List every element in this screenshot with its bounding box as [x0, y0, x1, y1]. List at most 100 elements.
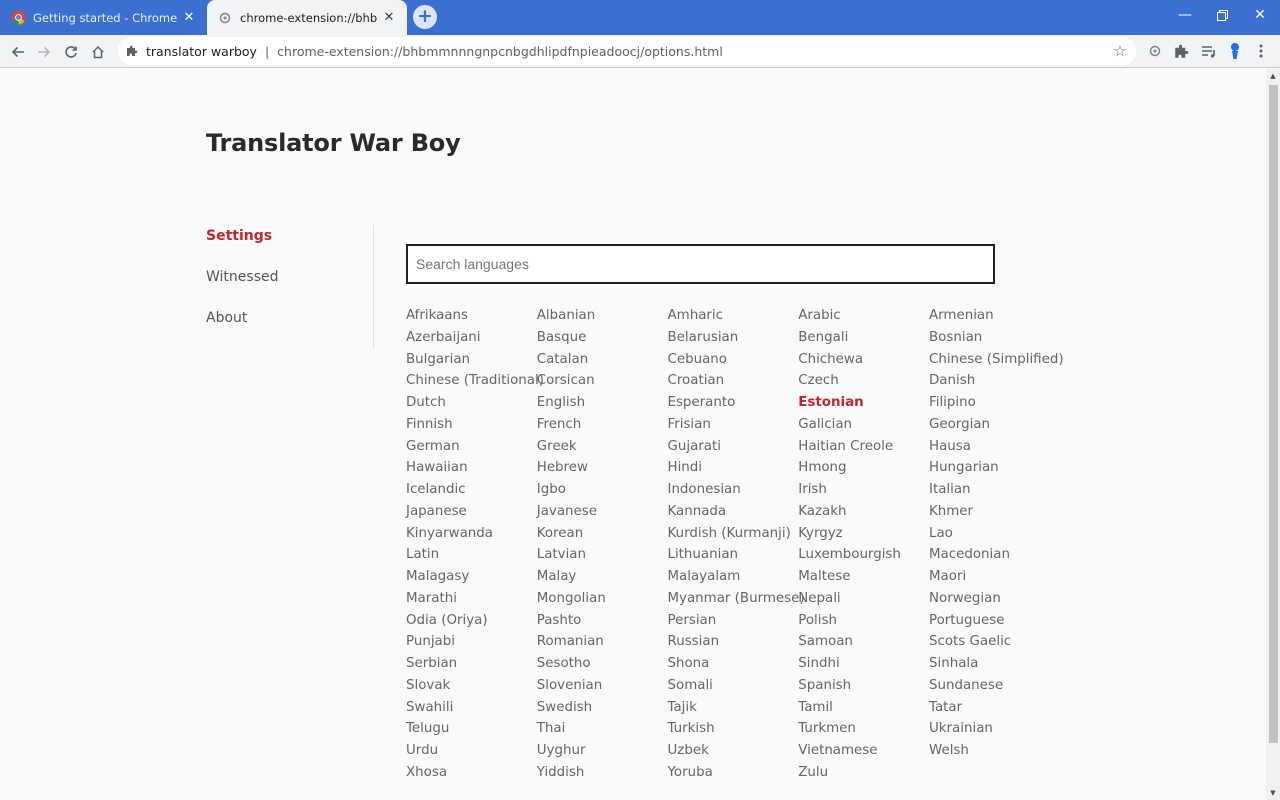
language-option[interactable]: Bosnian [929, 327, 1060, 349]
language-option[interactable]: Georgian [929, 414, 1060, 436]
language-option[interactable]: Gujarati [668, 436, 799, 458]
language-option[interactable]: Polish [798, 610, 929, 632]
language-option[interactable]: Tatar [929, 697, 1060, 719]
home-icon[interactable] [85, 39, 111, 65]
nav-item-about[interactable]: About [206, 307, 373, 348]
language-option[interactable]: Armenian [929, 305, 1060, 327]
language-option[interactable]: Danish [929, 370, 1060, 392]
scroll-down-icon[interactable]: ▼ [1266, 786, 1280, 800]
language-option[interactable]: Italian [929, 479, 1060, 501]
language-option[interactable]: Hebrew [537, 457, 668, 479]
language-option[interactable]: Mongolian [537, 588, 668, 610]
language-option[interactable]: Belarusian [668, 327, 799, 349]
tab-options[interactable]: chrome-extension://bhbmmnnn ✕ [207, 0, 407, 35]
language-option[interactable]: Slovak [406, 675, 537, 697]
language-option[interactable]: Javanese [537, 501, 668, 523]
language-option[interactable]: Malagasy [406, 566, 537, 588]
language-option[interactable]: Hungarian [929, 457, 1060, 479]
language-option[interactable]: Kyrgyz [798, 523, 929, 545]
language-option[interactable]: Estonian [798, 392, 929, 414]
language-option[interactable]: Norwegian [929, 588, 1060, 610]
new-tab-button[interactable]: + [413, 5, 437, 29]
scrollbar-thumb[interactable] [1269, 85, 1278, 743]
language-option[interactable]: Uyghur [537, 740, 668, 762]
language-option[interactable]: Afrikaans [406, 305, 537, 327]
nav-item-settings[interactable]: Settings [206, 225, 373, 266]
language-option[interactable]: Esperanto [668, 392, 799, 414]
language-option[interactable]: Azerbaijani [406, 327, 537, 349]
language-option[interactable]: Zulu [798, 762, 929, 784]
close-icon[interactable]: ✕ [181, 10, 197, 26]
language-option[interactable]: Icelandic [406, 479, 537, 501]
language-option[interactable]: Hausa [929, 436, 1060, 458]
language-option[interactable]: Chinese (Traditional) [406, 370, 544, 392]
language-option[interactable]: Lithuanian [668, 544, 799, 566]
language-option[interactable]: Portuguese [929, 610, 1060, 632]
language-option[interactable]: Slovenian [537, 675, 668, 697]
language-option[interactable]: Scots Gaelic [929, 631, 1060, 653]
language-option[interactable]: Galician [798, 414, 929, 436]
window-close-icon[interactable]: ✕ [1241, 0, 1279, 30]
language-option[interactable]: Marathi [406, 588, 537, 610]
language-option[interactable]: Serbian [406, 653, 537, 675]
nav-item-witnessed[interactable]: Witnessed [206, 266, 373, 307]
language-option[interactable]: Myanmar (Burmese) [668, 588, 805, 610]
language-option[interactable]: Sesotho [537, 653, 668, 675]
language-option[interactable]: Khmer [929, 501, 1060, 523]
language-option[interactable]: Tajik [668, 697, 799, 719]
language-option[interactable]: Hawaiian [406, 457, 537, 479]
language-option[interactable]: Irish [798, 479, 929, 501]
language-option[interactable]: German [406, 436, 537, 458]
menu-kebab-icon[interactable] [1251, 41, 1271, 61]
language-option[interactable]: Persian [668, 610, 799, 632]
language-option[interactable]: Bengali [798, 327, 929, 349]
language-option[interactable]: Frisian [668, 414, 799, 436]
language-option[interactable]: Sindhi [798, 653, 929, 675]
bookmark-star-icon[interactable]: ☆ [1110, 41, 1130, 61]
language-option[interactable]: Yoruba [668, 762, 799, 784]
language-option[interactable]: Kinyarwanda [406, 523, 537, 545]
language-option[interactable]: English [537, 392, 668, 414]
language-option[interactable]: Nepali [798, 588, 929, 610]
language-option[interactable]: Chichewa [798, 349, 929, 371]
reload-icon[interactable] [58, 39, 84, 65]
language-option[interactable]: Cebuano [668, 349, 799, 371]
extension-icon[interactable] [1145, 41, 1165, 61]
language-option[interactable]: Punjabi [406, 631, 537, 653]
language-option[interactable]: Greek [537, 436, 668, 458]
language-option[interactable]: Kazakh [798, 501, 929, 523]
language-option[interactable]: Sundanese [929, 675, 1060, 697]
extensions-puzzle-icon[interactable] [1171, 41, 1191, 61]
language-option[interactable]: Swahili [406, 697, 537, 719]
language-option[interactable]: Ukrainian [929, 718, 1060, 740]
language-option[interactable]: Tamil [798, 697, 929, 719]
tab-getting-started[interactable]: Getting started - Chrome Devel ✕ [0, 0, 207, 35]
language-option[interactable]: Xhosa [406, 762, 537, 784]
media-queue-icon[interactable] [1198, 41, 1218, 61]
language-option[interactable]: Malayalam [668, 566, 799, 588]
language-option[interactable]: Latvian [537, 544, 668, 566]
forward-icon[interactable] [31, 39, 57, 65]
language-option[interactable]: Igbo [537, 479, 668, 501]
language-option[interactable]: Croatian [668, 370, 799, 392]
language-option[interactable]: Korean [537, 523, 668, 545]
language-option[interactable]: Catalan [537, 349, 668, 371]
language-option[interactable]: Malay [537, 566, 668, 588]
minimize-icon[interactable]: — [1166, 0, 1204, 30]
language-option[interactable]: French [537, 414, 668, 436]
language-option[interactable]: Finnish [406, 414, 537, 436]
language-option[interactable]: Dutch [406, 392, 537, 414]
language-option[interactable]: Odia (Oriya) [406, 610, 537, 632]
language-option[interactable]: Sinhala [929, 653, 1060, 675]
language-option[interactable]: Samoan [798, 631, 929, 653]
language-option[interactable]: Urdu [406, 740, 537, 762]
language-option[interactable]: Somali [668, 675, 799, 697]
language-option[interactable]: Maori [929, 566, 1060, 588]
language-option[interactable]: Turkish [668, 718, 799, 740]
profile-avatar-icon[interactable] [1225, 41, 1245, 61]
language-option[interactable]: Uzbek [668, 740, 799, 762]
language-option[interactable]: Corsican [537, 370, 668, 392]
language-option[interactable]: Japanese [406, 501, 537, 523]
language-option[interactable]: Hindi [668, 457, 799, 479]
language-option[interactable]: Chinese (Simplified) [929, 349, 1064, 371]
